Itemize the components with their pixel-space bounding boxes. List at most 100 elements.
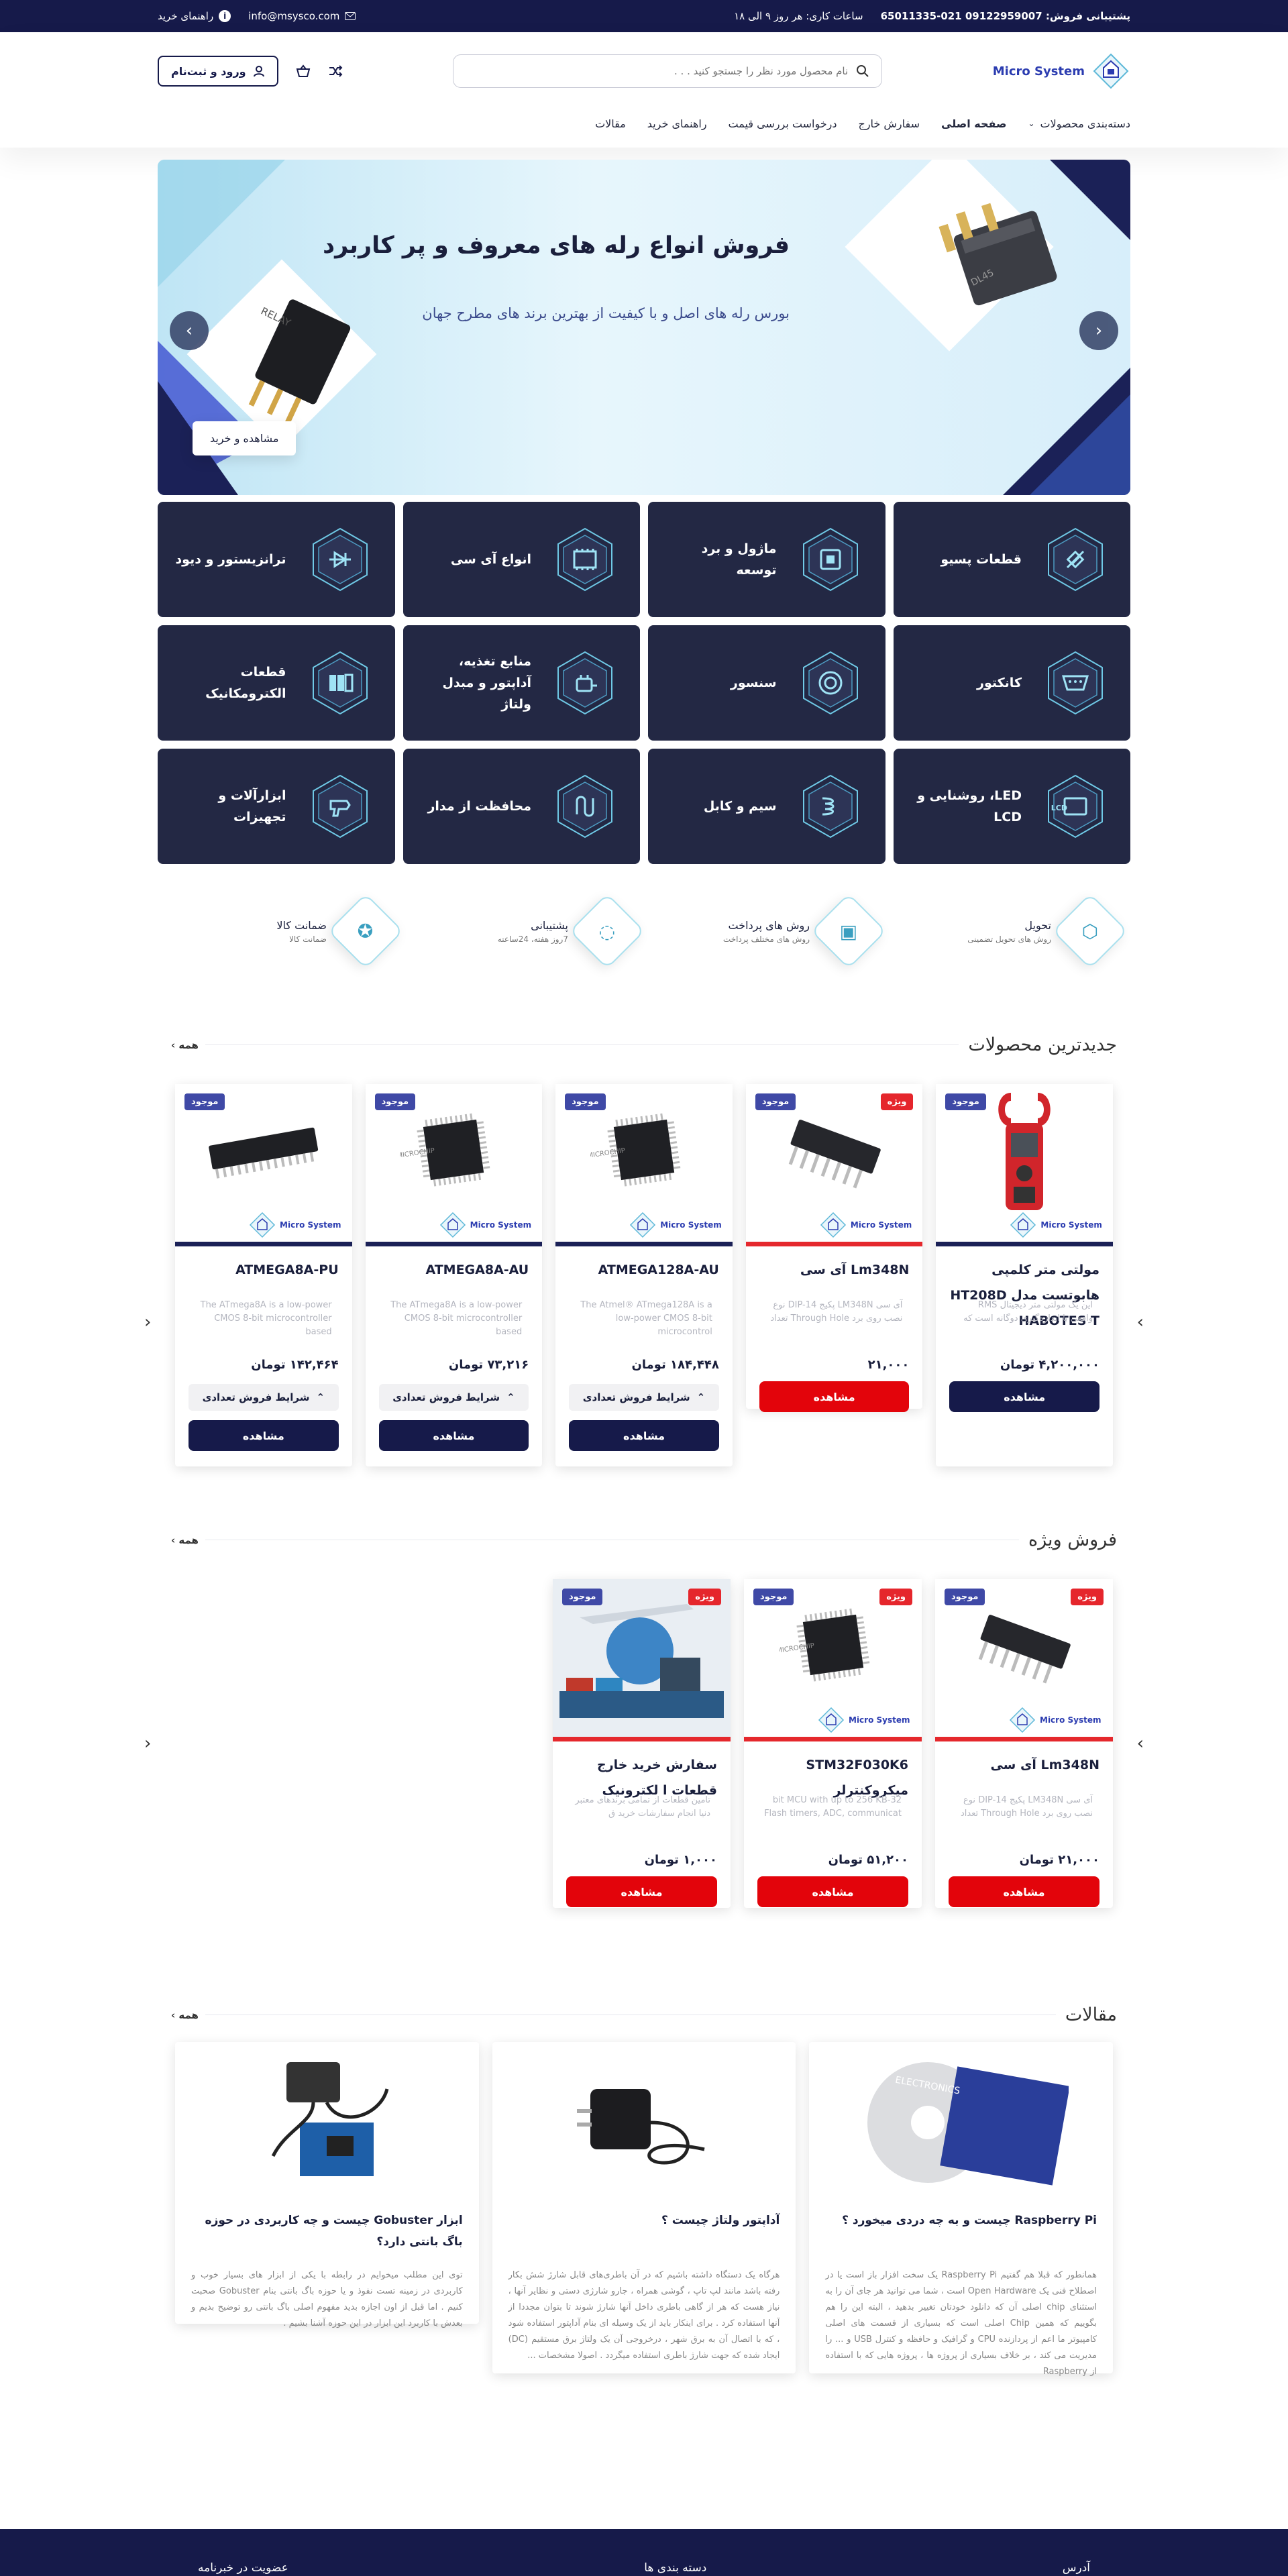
article-image[interactable]: ELECTRONICS — [825, 2042, 1097, 2203]
category-tile-transistor[interactable]: ترانزیستور و دیود — [158, 502, 395, 617]
brand-watermark: Micro System — [629, 1212, 722, 1238]
search-icon[interactable] — [856, 64, 869, 78]
product-image[interactable]: موجود ویژه — [553, 1579, 731, 1741]
category-tile-cable[interactable]: سیم و کابل — [648, 749, 885, 864]
article-image[interactable] — [508, 2042, 780, 2203]
category-tile-modules[interactable]: ماژول و برد توسعه — [648, 502, 885, 617]
category-tile-electromech[interactable]: قطعات الکترومکانیک — [158, 625, 395, 741]
product-image[interactable]: Micro System موجود — [936, 1084, 1113, 1246]
view-button[interactable]: مشاهده — [949, 1876, 1099, 1907]
view-button[interactable]: مشاهده — [757, 1876, 908, 1907]
product-image[interactable]: Micro System موجود — [175, 1084, 352, 1246]
see-all-link[interactable]: همه › — [171, 2008, 205, 2021]
product-card[interactable]: Micro System موجود مولتی متر کلمپی هابوتست… — [936, 1084, 1113, 1466]
email-link[interactable]: info@msysco.com — [248, 10, 356, 22]
footer-address: آدرس — [1062, 2561, 1090, 2575]
stock-badge: موجود — [562, 1589, 603, 1605]
hero-slider[interactable]: DL45 RELAY فروش انواع رله های معروف و پر… — [158, 160, 1130, 495]
chevron-down-icon: ⌄ — [1028, 119, 1035, 128]
article-image[interactable] — [191, 2042, 463, 2203]
product-card[interactable]: موجود ویژه سفارش خرید خارج قطعات ا لکترونی… — [553, 1579, 731, 1908]
product-image[interactable]: Micro System موجود ویژه — [935, 1579, 1113, 1741]
product-desc: The ATmega8A is a low-power CMOS 8-bit m… — [390, 1300, 523, 1337]
product-card[interactable]: MICROCHIP Micro System موجود ATMEGA8A-AU The… — [365, 1084, 543, 1466]
hero-prev-arrow-icon[interactable]: › — [170, 311, 209, 350]
view-button[interactable]: مشاهده — [569, 1420, 719, 1451]
product-name[interactable]: سفارش خرید خارج قطعات ا لکترونیک — [553, 1741, 731, 1798]
article-card[interactable]: ابزار Gobuster چیست و چه کاربردی در حوزه… — [174, 2042, 479, 2328]
chevron-right-icon[interactable]: › — [1137, 1733, 1144, 1754]
product-image[interactable]: MICROCHIP Micro System موجود — [555, 1084, 733, 1246]
product-name[interactable]: ATMEGA8A-AU — [366, 1246, 543, 1295]
nav-categories[interactable]: دسته‌بندی محصولات ⌄ — [1028, 117, 1130, 130]
category-tile-protection[interactable]: محافظت از مدار — [402, 749, 640, 864]
login-button[interactable]: ورود و ثبت‌نام — [158, 56, 278, 87]
product-name[interactable]: Lm348N آی سی — [935, 1741, 1113, 1790]
hero-cta-button[interactable]: مشاهده و خرید — [193, 421, 297, 455]
category-label: منابع تغذیه، آداپتور و مبدل ولتاژ — [442, 654, 531, 712]
compare-icon[interactable] — [328, 65, 343, 77]
see-all-link[interactable]: همه › — [171, 1534, 205, 1546]
category-tile-passive[interactable]: قطعات پسیو — [893, 502, 1130, 617]
article-card[interactable]: آداپتور ولتاژ چیست ؟ هرگاه یک دستگاه داشت… — [492, 2042, 796, 2373]
relay-image-left: RELAY — [248, 299, 351, 424]
site-logo[interactable]: Micro System — [993, 52, 1130, 91]
product-card[interactable]: MICROCHIP Micro System موجود ویژه STM32F030K… — [744, 1579, 922, 1908]
product-card[interactable]: MICROCHIP Micro System موجود ATMEGA128A-AU T… — [555, 1084, 733, 1466]
product-name[interactable]: STM32F030K6 میکروکنترلر — [744, 1741, 922, 1798]
product-name[interactable]: Lm348N آی سی — [746, 1246, 923, 1295]
nav-articles[interactable]: مقالات — [595, 117, 626, 130]
chevron-left-icon[interactable]: ‹ — [144, 1312, 151, 1332]
article-title[interactable]: Raspberry Pi چیست و به چه دردی میخورد ؟ — [825, 2210, 1097, 2261]
article-card[interactable]: ELECTRONICS Raspberry Pi چیست و به چه درد… — [809, 2042, 1113, 2377]
category-label: ترانزیستور و دیود — [175, 552, 286, 567]
view-button[interactable]: مشاهده — [378, 1420, 529, 1451]
nav-home[interactable]: صفحه اصلی — [941, 117, 1006, 130]
article-title[interactable]: ابزار Gobuster چیست و چه کاربردی در حوزه… — [191, 2210, 463, 2261]
category-tile-sensor[interactable]: سنسور — [648, 625, 885, 741]
buy-guide-link[interactable]: i راهنمای خرید — [158, 10, 231, 22]
product-card[interactable]: Micro System موجود ویژه Lm348N آی سی آی‌ سی … — [935, 1579, 1113, 1908]
product-image[interactable]: MICROCHIP Micro System موجود ویژه — [744, 1579, 922, 1741]
category-tile-power[interactable]: منابع تغذیه، آداپتور و مبدل ولتاژ — [402, 625, 640, 741]
product-image[interactable]: MICROCHIP Micro System موجود — [365, 1084, 543, 1246]
category-tile-ic[interactable]: انواع آی سی — [402, 502, 640, 617]
view-button[interactable]: مشاهده — [759, 1381, 910, 1412]
hero-next-arrow-icon[interactable]: ‹ — [1079, 311, 1118, 350]
product-name[interactable]: ATMEGA128A-AU — [555, 1246, 733, 1295]
product-image[interactable]: Micro System موجود ویژه — [745, 1084, 923, 1246]
bulk-conditions-toggle[interactable]: ⌃ شرایط فروش تعدادی — [569, 1384, 719, 1411]
product-card[interactable]: Micro System موجود ویژه Lm348N آی سی آی‌ سی … — [745, 1084, 923, 1412]
category-label: قطعات پسیو — [941, 552, 1022, 567]
search-input[interactable] — [466, 65, 849, 77]
section-title: فروش ویژه — [1019, 1529, 1117, 1550]
site-footer: آدرس دسته بندی ها عضویت در خبرنامه — [0, 2529, 1288, 2576]
view-button[interactable]: مشاهده — [189, 1420, 339, 1451]
search-box[interactable] — [453, 54, 883, 88]
product-desc: تامین قطعات از تمامی برندهای معتبر دنیا … — [575, 1795, 710, 1819]
product-name[interactable]: مولتی متر کلمپی هابوتست مدل HT208D HABOT… — [936, 1246, 1113, 1328]
site-header: Micro System ورود و ثبت‌نام دسته‌بندی مح… — [0, 32, 1288, 148]
category-tile-connector[interactable]: کانکتور — [893, 625, 1130, 741]
category-tile-tools[interactable]: ابزارآلات و تجهیزات — [158, 749, 395, 864]
nav-buy-guide[interactable]: راهنمای خرید — [647, 117, 707, 130]
bulk-conditions-toggle[interactable]: ⌃ شرایط فروش تعدادی — [378, 1384, 529, 1411]
product-name[interactable]: ATMEGA8A-PU — [175, 1246, 352, 1295]
footer-newsletter: عضویت در خبرنامه — [198, 2561, 288, 2575]
article-excerpt: توی این مطلب میخوایم در رابطه با یکی از … — [191, 2270, 463, 2328]
view-button[interactable]: مشاهده — [566, 1876, 717, 1907]
bulk-conditions-toggle[interactable]: ⌃ شرایط فروش تعدادی — [189, 1384, 339, 1411]
product-card[interactable]: Micro System موجود ATMEGA8A-PU The ATmega8A… — [175, 1084, 352, 1466]
chevron-right-icon[interactable]: › — [1137, 1312, 1144, 1332]
nav-price-request[interactable]: درخواست بررسی قیمت — [729, 117, 837, 130]
category-grid: قطعات پسیو ماژول و برد توسعه انواع آی سی… — [158, 502, 1130, 864]
category-tile-led[interactable]: LCD LED، روشنایی و LCD — [893, 749, 1130, 864]
nav-foreign-order[interactable]: سفارش خارج — [858, 117, 920, 130]
chevron-left-icon[interactable]: ‹ — [144, 1733, 151, 1754]
article-title[interactable]: آداپتور ولتاژ چیست ؟ — [508, 2210, 780, 2261]
cart-icon[interactable] — [296, 64, 311, 78]
support-phone[interactable]: پشتیبانی فروش: 09122959007 021-65011335 — [881, 10, 1130, 22]
see-all-link[interactable]: همه › — [171, 1038, 205, 1051]
feature-title: پشتیبانی — [531, 918, 568, 932]
view-button[interactable]: مشاهده — [949, 1381, 1099, 1412]
